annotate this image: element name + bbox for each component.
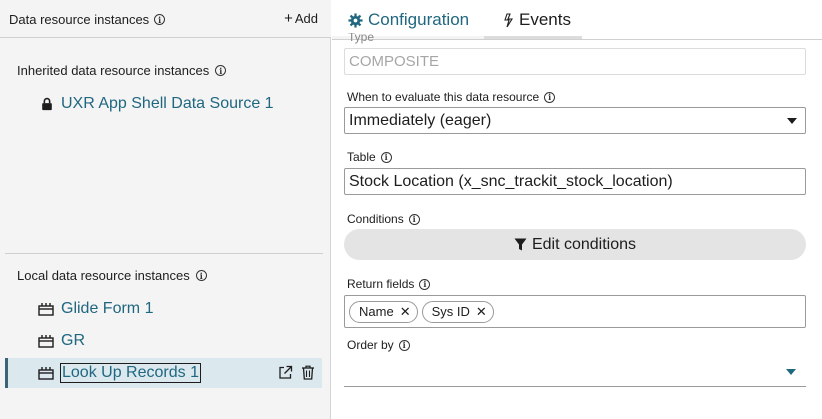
section-divider (5, 253, 323, 254)
local-item-gr[interactable]: GR (5, 326, 322, 356)
return-fields-label-text: Return fields (347, 277, 415, 291)
data-resource-icon (38, 335, 54, 348)
chip-name: Name ✕ (349, 300, 418, 323)
close-icon[interactable]: ✕ (476, 304, 487, 320)
local-item-label: GR (61, 332, 85, 349)
add-button-label: Add (294, 11, 318, 26)
trash-icon[interactable] (301, 365, 315, 380)
order-by-label: Order by i (347, 338, 410, 352)
inherited-item[interactable]: UXR App Shell Data Source 1 (5, 89, 322, 119)
tab-events[interactable]: Events (502, 10, 571, 30)
info-icon[interactable]: i (195, 270, 207, 281)
local-item-label: Glide Form 1 (61, 300, 154, 317)
info-icon[interactable]: i (419, 278, 431, 290)
close-icon[interactable]: ✕ (400, 304, 411, 320)
panel-title: Data resource instances i (9, 12, 166, 27)
order-by-select[interactable] (344, 356, 806, 386)
inherited-title-text: Inherited data resource instances (17, 63, 210, 78)
table-label: Table i (347, 150, 392, 164)
when-value: Immediately (eager) (349, 111, 492, 129)
info-icon[interactable]: i (398, 339, 410, 351)
edit-conditions-label: Edit conditions (531, 235, 637, 253)
local-item-look-up-records[interactable]: Look Up Records 1 (5, 358, 322, 388)
inherited-item-label: UXR App Shell Data Source 1 (61, 95, 274, 112)
return-fields-input[interactable]: Name ✕ Sys ID ✕ (344, 295, 806, 328)
gear-icon (348, 12, 363, 28)
conditions-label: Conditions i (347, 212, 420, 226)
info-icon[interactable]: i (154, 14, 166, 25)
inherited-section-title: Inherited data resource instances i (17, 63, 227, 78)
add-button[interactable]: + Add (284, 9, 318, 27)
info-icon[interactable]: i (380, 151, 392, 163)
data-resource-icon (38, 367, 54, 380)
panel-header: Data resource instances i + Add (0, 0, 331, 38)
tab-configuration[interactable]: Configuration (348, 10, 469, 30)
conditions-label-text: Conditions (347, 212, 404, 226)
chevron-down-icon[interactable] (786, 369, 796, 375)
order-by-underline (344, 386, 806, 387)
chip-sys-id: Sys ID ✕ (421, 300, 494, 323)
edit-conditions-button[interactable]: Edit conditions (344, 229, 806, 260)
chevron-down-icon (787, 118, 797, 124)
data-resources-panel: Data resource instances i + Add Inherite… (0, 0, 331, 419)
tab-events-label: Events (519, 10, 571, 29)
tab-bar: Configuration Events (332, 0, 822, 40)
info-icon[interactable]: i (544, 91, 556, 103)
local-item-label: Look Up Records 1 (60, 363, 201, 383)
when-label: When to evaluate this data resource i (347, 90, 556, 104)
data-resource-icon (38, 303, 54, 316)
type-value: COMPOSITE (349, 53, 440, 70)
table-label-text: Table (347, 150, 376, 164)
selection-indicator (5, 358, 8, 388)
tab-configuration-label: Configuration (368, 10, 470, 29)
order-by-label-text: Order by (347, 338, 394, 352)
info-icon[interactable]: i (215, 65, 227, 76)
chip-label: Sys ID (431, 304, 470, 319)
return-fields-label: Return fields i (347, 277, 431, 291)
open-external-icon[interactable] (278, 365, 293, 380)
local-title-text: Local data resource instances (17, 268, 190, 283)
local-section-title: Local data resource instances i (17, 268, 207, 283)
lightning-icon (504, 12, 513, 27)
info-icon[interactable]: i (408, 213, 420, 225)
local-item-glide-form[interactable]: Glide Form 1 (5, 294, 322, 324)
type-field: COMPOSITE (344, 48, 806, 75)
item-actions (278, 365, 315, 380)
configuration-panel: Configuration Events Type COMPOSITE When… (332, 0, 822, 419)
type-label: Type (348, 33, 375, 44)
chip-label: Name (359, 304, 394, 319)
table-input[interactable]: Stock Location (x_snc_trackit_stock_loca… (344, 168, 806, 195)
tab-events-indicator (484, 36, 582, 39)
panel-title-text: Data resource instances (9, 12, 150, 27)
plus-icon: + (284, 9, 293, 27)
table-value: Stock Location (x_snc_trackit_stock_loca… (349, 172, 673, 190)
filter-icon (514, 238, 527, 251)
when-label-text: When to evaluate this data resource (347, 90, 540, 104)
when-select[interactable]: Immediately (eager) (344, 107, 806, 134)
lock-icon (42, 97, 52, 111)
